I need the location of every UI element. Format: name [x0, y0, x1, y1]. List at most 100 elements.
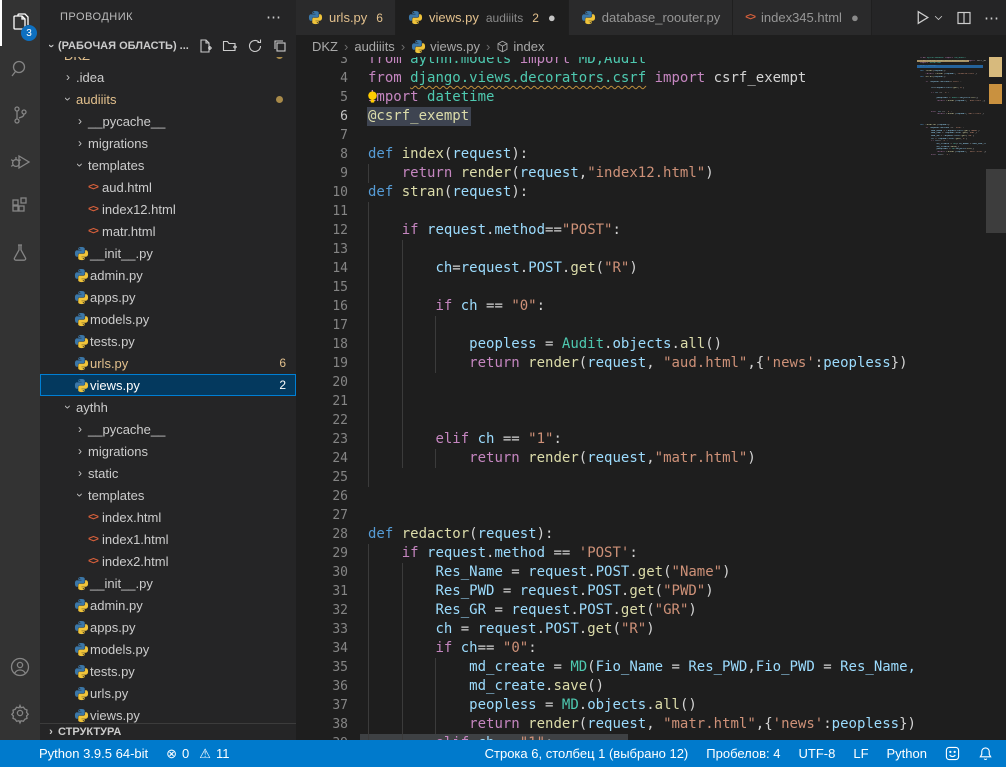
- code-line[interactable]: 9 return render(request,"index12.html"): [296, 164, 1006, 183]
- tree-item-views.py[interactable]: views.py2: [40, 374, 296, 396]
- code-line[interactable]: 20: [296, 373, 1006, 392]
- code-line[interactable]: 21: [296, 392, 1006, 411]
- code-line[interactable]: 4from django.views.decorators.csrf impor…: [296, 69, 1006, 88]
- breadcrumb-item-DKZ[interactable]: DKZ: [312, 39, 338, 54]
- tree-item-index2.html[interactable]: <>index2.html: [40, 550, 296, 572]
- code-line[interactable]: 14 ch=request.POST.get("R"): [296, 259, 1006, 278]
- workspace-section-header[interactable]: › (РАБОЧАЯ ОБЛАСТЬ) ...: [40, 35, 296, 57]
- code-line[interactable]: 19 return render(request, "aud.html",{'n…: [296, 354, 1006, 373]
- tree-item-migrations[interactable]: ›migrations: [40, 440, 296, 462]
- split-editor-icon[interactable]: [956, 10, 972, 26]
- tree-item-models.py[interactable]: models.py: [40, 638, 296, 660]
- code-line[interactable]: 16 if ch == "0":: [296, 297, 1006, 316]
- tree-item-migrations[interactable]: ›migrations: [40, 132, 296, 154]
- tree-item-apps.py[interactable]: apps.py: [40, 616, 296, 638]
- tree-item-__init__.py[interactable]: __init__.py: [40, 242, 296, 264]
- modified-dot-icon[interactable]: ●: [851, 10, 859, 25]
- tree-item-views.py[interactable]: views.py: [40, 704, 296, 723]
- code-line[interactable]: 29 if request.method == 'POST':: [296, 544, 1006, 563]
- status-eol[interactable]: LF: [844, 740, 877, 767]
- tree-item-.idea[interactable]: ›.idea: [40, 66, 296, 88]
- tree-item-models.py[interactable]: models.py: [40, 308, 296, 330]
- more-actions-icon[interactable]: ⋯: [984, 9, 1000, 27]
- code-line[interactable]: 33 ch = request.POST.get("R"): [296, 620, 1006, 639]
- scrollbar-thumb[interactable]: [986, 169, 1006, 233]
- code-line[interactable]: 31 Res_PWD = request.POST.get("PWD"): [296, 582, 1006, 601]
- code-line[interactable]: 8def index(request):: [296, 145, 1006, 164]
- code-line[interactable]: 28def redactor(request):: [296, 525, 1006, 544]
- code-line[interactable]: 34 if ch== "0":: [296, 639, 1006, 658]
- tree-item-urls.py[interactable]: urls.py: [40, 682, 296, 704]
- code-line[interactable]: 24 return render(request,"matr.html"): [296, 449, 1006, 468]
- minimap[interactable]: from aythh.models import MD,Auditfrom dj…: [917, 57, 986, 740]
- status-python-version[interactable]: Python 3.9.5 64-bit: [30, 740, 157, 767]
- run-button[interactable]: [914, 9, 944, 26]
- code-line[interactable]: 15: [296, 278, 1006, 297]
- tree-item-index.html[interactable]: <>index.html: [40, 506, 296, 528]
- code-line[interactable]: 12 if request.method=="POST":: [296, 221, 1006, 240]
- tree-item-__pycache__[interactable]: ›__pycache__: [40, 110, 296, 132]
- status-problems[interactable]: ⊗0⚠11: [157, 740, 238, 767]
- code-line[interactable]: 23 elif ch == "1":: [296, 430, 1006, 449]
- code-line[interactable]: 7: [296, 126, 1006, 145]
- code-line[interactable]: 5import datetime: [296, 88, 1006, 107]
- tree-item-tests.py[interactable]: tests.py: [40, 660, 296, 682]
- tree-item-aythh[interactable]: ›aythh: [40, 396, 296, 418]
- refresh-icon[interactable]: [247, 38, 263, 54]
- code-line[interactable]: 10def stran(request):: [296, 183, 1006, 202]
- code-line[interactable]: 27: [296, 506, 1006, 525]
- status-indentation[interactable]: Пробелов: 4: [697, 740, 789, 767]
- lightbulb-icon[interactable]: [366, 90, 379, 110]
- tab-index345.html[interactable]: <>index345.html●: [733, 0, 872, 35]
- tree-item-templates[interactable]: ›templates: [40, 154, 296, 176]
- tab-views.py[interactable]: views.pyaudiiits2●: [396, 0, 569, 35]
- tree-item-urls.py[interactable]: urls.py6: [40, 352, 296, 374]
- new-folder-icon[interactable]: [222, 38, 238, 54]
- code-editor[interactable]: 3from aythh.models import MD,Audit4from …: [296, 57, 1006, 740]
- breadcrumb-item-audiiits[interactable]: audiiits: [354, 39, 394, 54]
- explorer-more-actions-icon[interactable]: ⋯: [266, 0, 282, 35]
- code-line[interactable]: 35 md_create = MD(Fio_Name = Res_PWD,Fio…: [296, 658, 1006, 677]
- code-line[interactable]: 26: [296, 487, 1006, 506]
- status-feedback[interactable]: [936, 740, 969, 767]
- code-line[interactable]: 25: [296, 468, 1006, 487]
- code-line[interactable]: 30 Res_Name = request.POST.get("Name"): [296, 563, 1006, 582]
- tree-item-static[interactable]: ›static: [40, 462, 296, 484]
- code-line[interactable]: 38 return render(request, "matr.html",{'…: [296, 715, 1006, 734]
- extensions-icon[interactable]: [0, 184, 40, 230]
- code-line[interactable]: 3from aythh.models import MD,Audit: [296, 57, 1006, 69]
- collapse-all-icon[interactable]: [272, 38, 288, 54]
- status-cursor-position[interactable]: Строка 6, столбец 1 (выбрано 12): [476, 740, 698, 767]
- code-line[interactable]: 11: [296, 202, 1006, 221]
- modified-dot-icon[interactable]: ●: [548, 10, 556, 25]
- tree-item-index12.html[interactable]: <>index12.html: [40, 198, 296, 220]
- status-language-mode[interactable]: Python: [878, 740, 936, 767]
- tree-item-matr.html[interactable]: <>matr.html: [40, 220, 296, 242]
- tree-item-__pycache__[interactable]: ›__pycache__: [40, 418, 296, 440]
- tab-database_roouter.py[interactable]: database_roouter.py: [569, 0, 734, 35]
- source-control-icon[interactable]: [0, 92, 40, 138]
- tree-item-templates[interactable]: ›templates: [40, 484, 296, 506]
- code-line[interactable]: 6@csrf_exempt: [296, 107, 1006, 126]
- scrollbar[interactable]: [986, 57, 1006, 740]
- testing-icon[interactable]: [0, 230, 40, 276]
- settings-gear-icon[interactable]: [0, 690, 40, 736]
- tree-item-index1.html[interactable]: <>index1.html: [40, 528, 296, 550]
- status-encoding[interactable]: UTF-8: [790, 740, 845, 767]
- breadcrumb-item-index[interactable]: index: [496, 39, 544, 54]
- code-line[interactable]: 13: [296, 240, 1006, 259]
- outline-section-header[interactable]: › СТРУКТУРА: [40, 723, 296, 740]
- code-line[interactable]: 37 peopless = MD.objects.all(): [296, 696, 1006, 715]
- new-file-icon[interactable]: [197, 38, 213, 54]
- status-notifications[interactable]: [969, 740, 1002, 767]
- code-line[interactable]: 17: [296, 316, 1006, 335]
- code-line[interactable]: 22: [296, 411, 1006, 430]
- tree-item-tests.py[interactable]: tests.py: [40, 330, 296, 352]
- tab-urls.py[interactable]: urls.py6: [296, 0, 396, 35]
- code-line[interactable]: 32 Res_GR = request.POST.get("GR"): [296, 601, 1006, 620]
- tree-item-audiiits[interactable]: ›audiiits: [40, 88, 296, 110]
- run-dropdown-chevron-icon[interactable]: [933, 12, 944, 23]
- tree-item-DKZ[interactable]: ›DKZ: [40, 57, 296, 66]
- explorer-icon[interactable]: 3: [0, 0, 40, 46]
- account-icon[interactable]: [0, 644, 40, 690]
